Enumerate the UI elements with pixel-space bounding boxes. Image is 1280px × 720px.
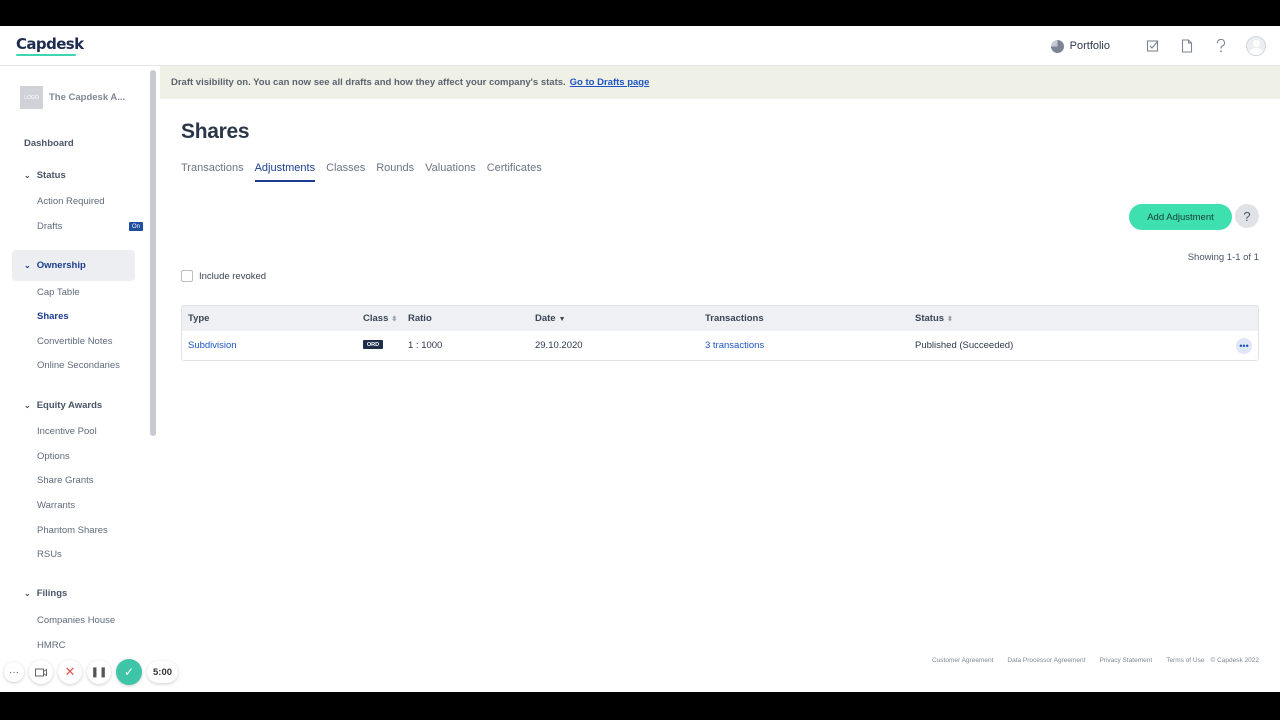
footer-terms-link[interactable]: Terms of Use <box>1166 657 1204 664</box>
include-revoked-toggle[interactable]: Include revoked <box>181 270 266 282</box>
sidebar-item-drafts[interactable]: Drafts <box>37 221 62 232</box>
portfolio-link[interactable]: Portfolio <box>1050 39 1110 53</box>
column-header-date[interactable]: Date ▼ <box>535 313 566 324</box>
sidebar-section-label: Status <box>36 170 66 181</box>
more-options-icon[interactable]: ··· <box>4 662 24 682</box>
table-header: Type Class ⬍ Ratio Date ▼ Transactions Sta… <box>182 306 1258 331</box>
adjustments-table: Type Class ⬍ Ratio Date ▼ Transactions Sta… <box>181 305 1259 361</box>
sort-icon: ⬍ <box>391 316 398 323</box>
footer-data-processor-link[interactable]: Data Processor Agreement <box>1007 657 1085 664</box>
date-cell: 29.10.2020 <box>535 340 583 351</box>
camera-icon[interactable] <box>29 660 53 684</box>
sidebar-item-shares[interactable]: Shares <box>37 311 69 322</box>
page-title: Shares <box>181 120 250 143</box>
adjustment-type-link[interactable]: Subdivision <box>188 340 237 351</box>
sidebar-section-filings[interactable]: ⌄ Filings <box>24 588 67 599</box>
capdesk-logo[interactable]: Capdesk <box>16 35 84 53</box>
chevron-down-icon: ⌄ <box>24 401 31 410</box>
sidebar-item-hmrc[interactable]: HMRC <box>37 640 66 651</box>
pie-chart-icon <box>1050 39 1064 53</box>
sidebar-section-status[interactable]: ⌄ Status <box>24 170 66 181</box>
help-icon[interactable] <box>1212 37 1230 55</box>
document-icon[interactable] <box>1178 37 1196 55</box>
sidebar-item-rsus[interactable]: RSUs <box>37 549 62 560</box>
chevron-down-icon: ⌄ <box>24 171 31 180</box>
main-content: Draft visibility on. You can now see all… <box>160 66 1280 692</box>
column-header-ratio: Ratio <box>408 313 432 324</box>
tab-transactions[interactable]: Transactions <box>181 162 244 182</box>
sidebar-section-label: Filings <box>36 588 68 599</box>
column-header-status[interactable]: Status ⬍ <box>915 313 953 324</box>
recording-timer: 5:00 <box>147 661 179 683</box>
company-name: The Capdesk A... <box>49 92 126 103</box>
sidebar-item-action-required[interactable]: Action Required <box>37 196 105 207</box>
company-switcher[interactable]: LOGO The Capdesk A... <box>20 86 125 109</box>
checklist-icon[interactable] <box>1144 37 1162 55</box>
sidebar-item-options[interactable]: Options <box>37 451 70 462</box>
chevron-down-icon: ⌄ <box>24 261 31 270</box>
user-avatar[interactable] <box>1246 36 1266 56</box>
sidebar-item-share-grants[interactable]: Share Grants <box>37 475 94 486</box>
chevron-down-icon: ⌄ <box>24 589 31 598</box>
go-to-drafts-link[interactable]: Go to Drafts page <box>570 77 650 88</box>
ratio-cell: 1 : 1000 <box>408 340 443 351</box>
footer-privacy-link[interactable]: Privacy Statement <box>1099 657 1152 664</box>
top-bar: Capdesk Portfolio <box>0 26 1280 66</box>
footer: Customer Agreement Data Processor Agreem… <box>932 657 1259 664</box>
sidebar-item-dashboard[interactable]: Dashboard <box>24 138 74 149</box>
help-button[interactable]: ? <box>1235 204 1259 228</box>
sidebar-item-companies-house[interactable]: Companies House <box>37 615 115 626</box>
sidebar-scrollbar[interactable] <box>150 70 156 436</box>
footer-customer-agreement-link[interactable]: Customer Agreement <box>932 657 993 664</box>
finish-recording-icon[interactable]: ✓ <box>116 659 142 685</box>
include-revoked-checkbox[interactable] <box>181 270 193 282</box>
tab-bar: Transactions Adjustments Classes Rounds … <box>181 162 542 182</box>
tab-valuations[interactable]: Valuations <box>425 162 476 182</box>
status-cell: Published (Succeeded) <box>915 340 1014 351</box>
include-revoked-label: Include revoked <box>199 270 267 282</box>
screen-recorder-controls: ··· ✕ ❚❚ ✓ 5:00 <box>4 658 179 686</box>
tab-certificates[interactable]: Certificates <box>487 162 542 182</box>
row-actions-button[interactable]: ••• <box>1236 338 1252 354</box>
share-class-badge: ORD <box>363 340 383 349</box>
column-header-class[interactable]: Class ⬍ <box>363 313 397 324</box>
pagination-summary: Showing 1-1 of 1 <box>1187 252 1259 263</box>
discard-recording-icon[interactable]: ✕ <box>58 660 82 684</box>
sidebar-item-cap-table[interactable]: Cap Table <box>37 287 80 298</box>
pause-icon[interactable]: ❚❚ <box>87 660 111 684</box>
transactions-link[interactable]: 3 transactions <box>705 340 764 351</box>
logo-underline <box>16 54 76 56</box>
drafts-banner: Draft visibility on. You can now see all… <box>160 66 1280 99</box>
sort-icon: ⬍ <box>947 316 953 323</box>
sidebar-item-warrants[interactable]: Warrants <box>37 500 75 511</box>
sidebar-section-label: Equity Awards <box>36 400 103 411</box>
sort-desc-icon: ▼ <box>558 316 566 323</box>
sidebar-section-ownership[interactable]: ⌄ Ownership <box>24 260 86 271</box>
column-header-transactions: Transactions <box>705 313 764 324</box>
sidebar-section-label: Ownership <box>36 260 86 271</box>
tab-rounds[interactable]: Rounds <box>376 162 414 182</box>
portfolio-label: Portfolio <box>1069 40 1110 52</box>
sidebar-section-equity-awards[interactable]: ⌄ Equity Awards <box>24 400 102 411</box>
banner-text: Draft visibility on. You can now see all… <box>171 77 566 88</box>
column-header-type: Type <box>188 313 210 324</box>
sidebar-item-phantom-shares[interactable]: Phantom Shares <box>37 525 108 536</box>
sidebar-item-incentive-pool[interactable]: Incentive Pool <box>37 426 97 437</box>
tab-classes[interactable]: Classes <box>326 162 365 182</box>
footer-copyright: © Capdesk 2022 <box>1210 657 1259 664</box>
top-nav: Portfolio <box>1050 26 1266 66</box>
sidebar-item-convertible-notes[interactable]: Convertible Notes <box>37 336 113 347</box>
sidebar-item-online-secondaries[interactable]: Online Secondaries <box>37 360 120 371</box>
drafts-status-badge: On <box>129 222 143 231</box>
company-logo: LOGO <box>20 86 43 109</box>
add-adjustment-button[interactable]: Add Adjustment <box>1129 204 1232 230</box>
sidebar: LOGO The Capdesk A... Dashboard ⌄ Status… <box>0 66 150 692</box>
app-window: Capdesk Portfolio LOGO The Capdesk A... … <box>0 26 1280 692</box>
tab-adjustments[interactable]: Adjustments <box>254 162 316 182</box>
